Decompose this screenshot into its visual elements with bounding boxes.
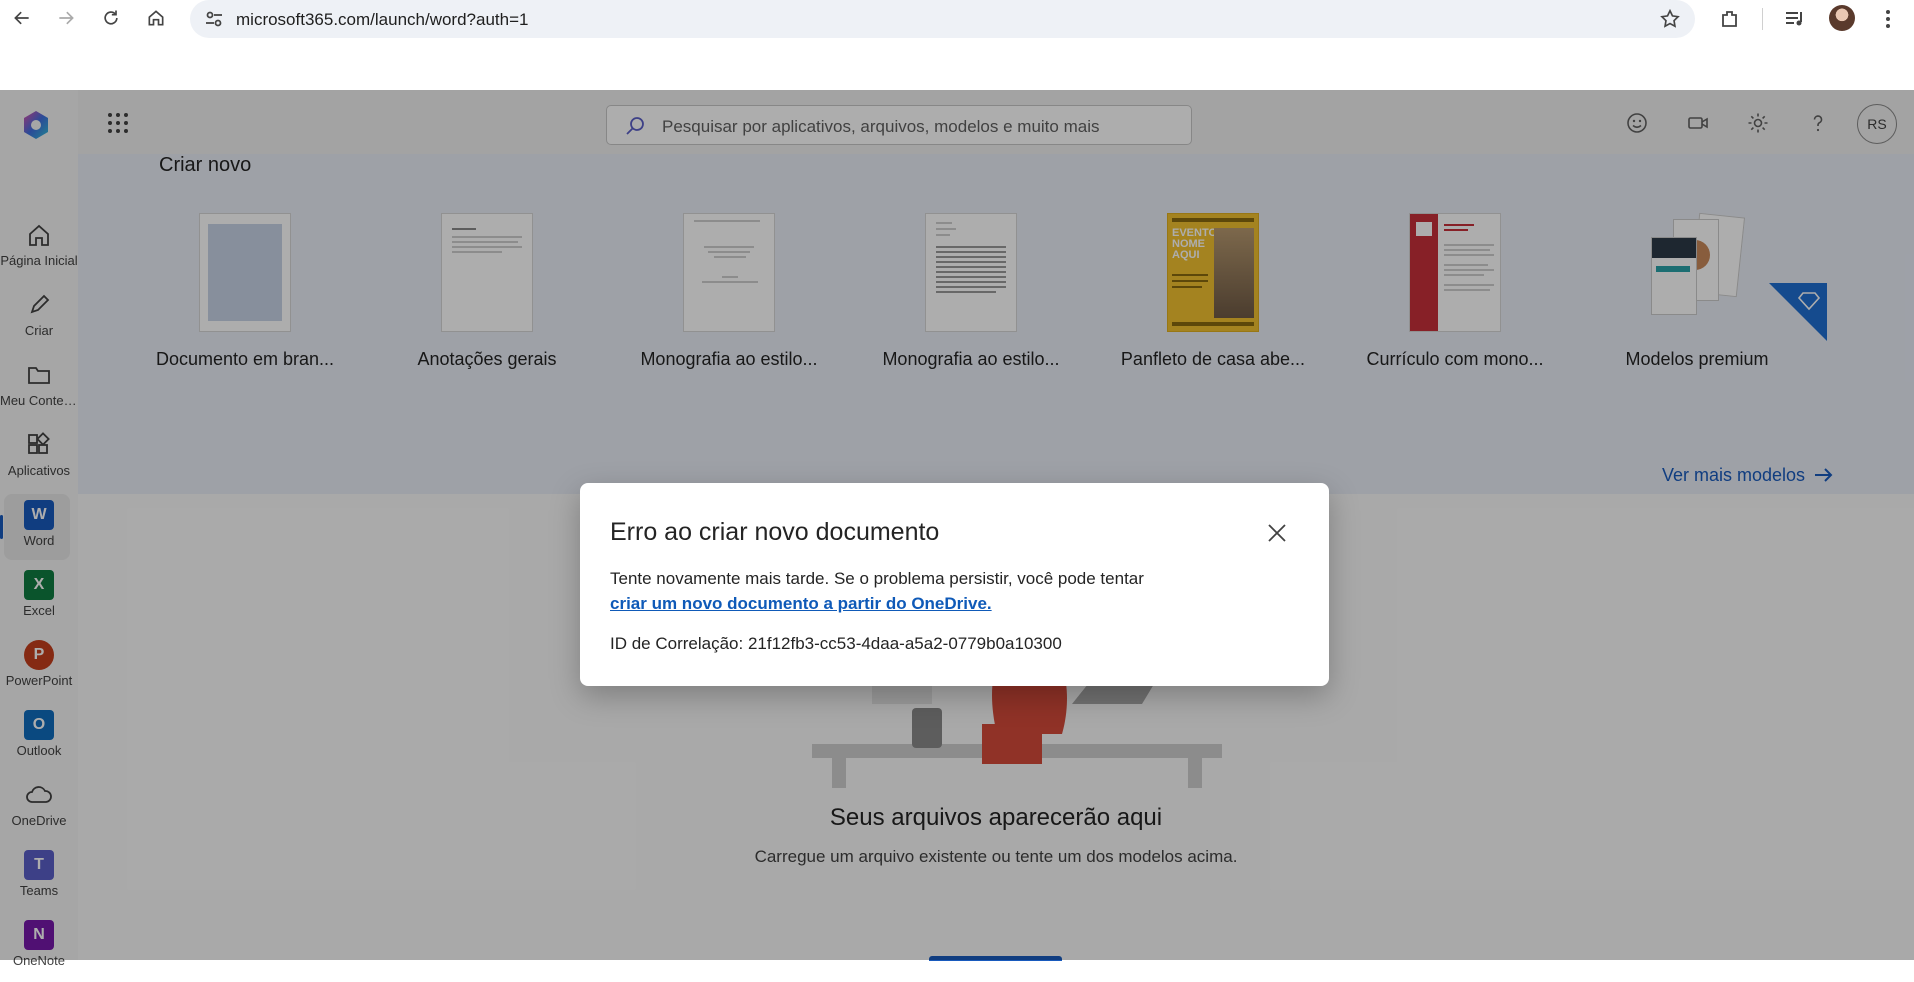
browser-toolbar: microsoft365.com/launch/word?auth=1 bbox=[0, 0, 1914, 90]
bookmark-star-icon[interactable] bbox=[1659, 8, 1681, 30]
more-options-icon[interactable] bbox=[1876, 7, 1900, 31]
create-from-onedrive-link[interactable]: criar um novo documento a partir do OneD… bbox=[610, 594, 992, 613]
error-dialog: Erro ao criar novo documento Tente novam… bbox=[580, 483, 1329, 686]
browser-profile-avatar[interactable] bbox=[1829, 5, 1855, 31]
address-bar[interactable]: microsoft365.com/launch/word?auth=1 bbox=[190, 0, 1695, 38]
back-icon[interactable] bbox=[8, 4, 36, 32]
site-settings-icon[interactable] bbox=[204, 9, 224, 29]
dialog-message-text: Tente novamente mais tarde. Se o problem… bbox=[610, 569, 1144, 588]
reload-icon[interactable] bbox=[97, 4, 125, 32]
url-text[interactable]: microsoft365.com/launch/word?auth=1 bbox=[236, 10, 528, 30]
extensions-icon[interactable] bbox=[1718, 7, 1742, 31]
media-control-icon[interactable] bbox=[1783, 7, 1807, 31]
forward-icon[interactable] bbox=[52, 4, 80, 32]
dialog-message: Tente novamente mais tarde. Se o problem… bbox=[610, 566, 1144, 616]
close-icon[interactable] bbox=[1265, 521, 1289, 545]
toolbar-divider bbox=[1762, 8, 1763, 30]
correlation-id: ID de Correlação: 21f12fb3-cc53-4daa-a5a… bbox=[610, 634, 1062, 653]
dialog-title: Erro ao criar novo documento bbox=[610, 518, 940, 546]
home-icon[interactable] bbox=[142, 4, 170, 32]
